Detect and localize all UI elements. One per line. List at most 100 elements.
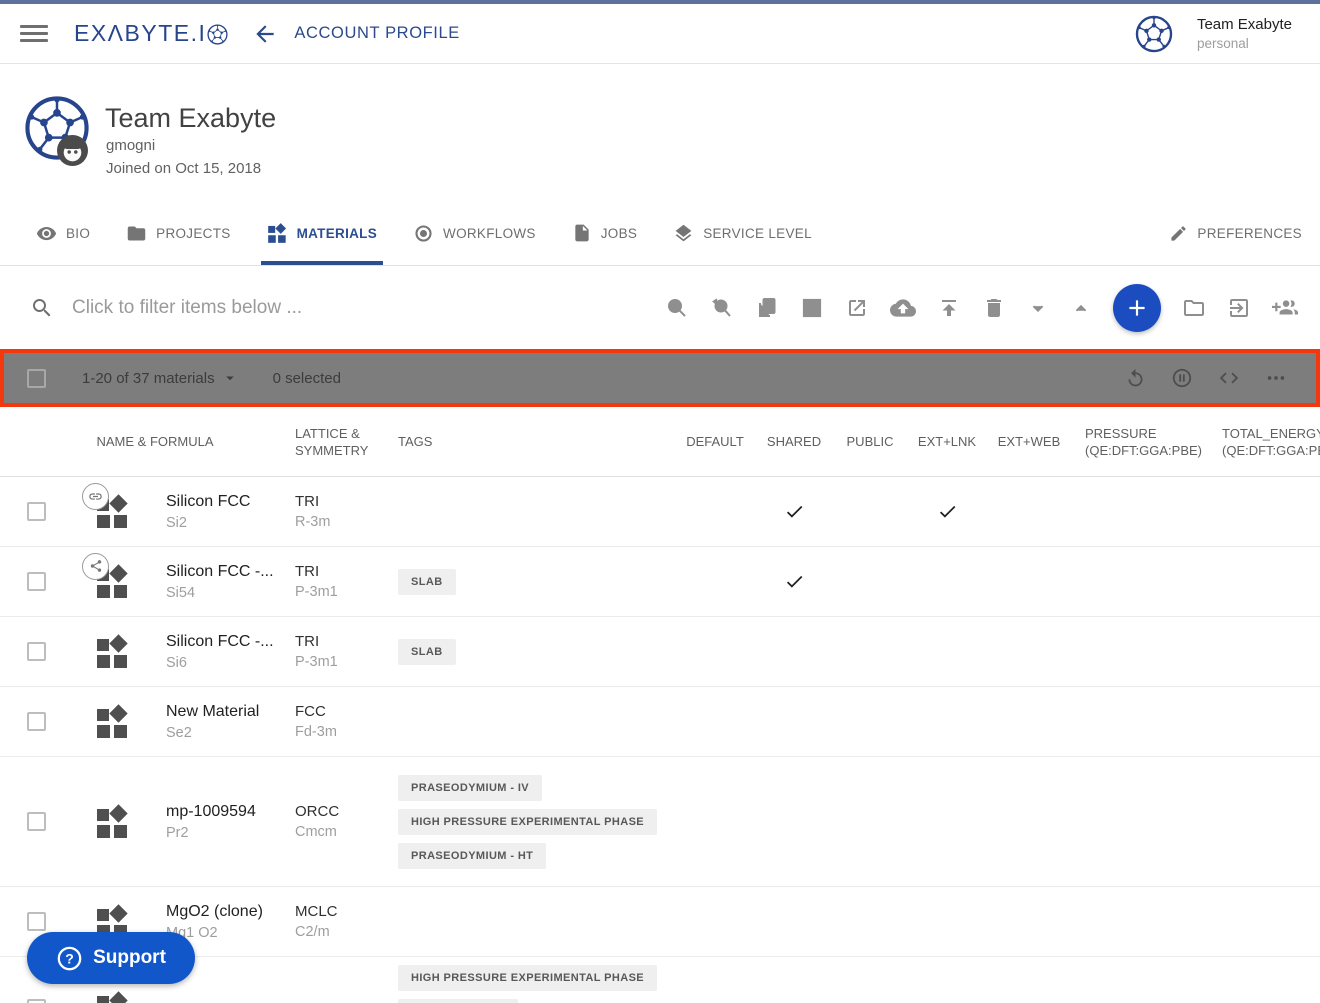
table-row[interactable]: HIGH PRESSURE EXPERIMENTAL PHASE [0, 957, 1320, 1003]
material-icon [95, 804, 131, 840]
tab-jobs[interactable]: JOBS [566, 205, 643, 265]
row-checkbox[interactable] [27, 502, 46, 521]
copy-icon[interactable] [755, 296, 779, 320]
table-row[interactable]: Silicon FCC -...Si6TRIP-3m1SLAB [0, 617, 1320, 687]
account-switcher[interactable]: Team Exabyte personal [1135, 15, 1320, 53]
row-checkbox[interactable] [27, 572, 46, 591]
column-name-formula[interactable]: NAME & FORMULA [60, 433, 290, 450]
column-total-energy[interactable]: TOTAL_ENERGY (QE:DFT:GGA:PBE) [1211, 425, 1320, 459]
table-row[interactable]: MgO2 (clone)Mg1 O2MCLCC2/m [0, 887, 1320, 957]
table-row[interactable]: Silicon FCC -...Si54 TRI P-3m1 SLAB [0, 547, 1320, 617]
materials-toolbar [665, 284, 1320, 332]
checkmark-icon [784, 501, 805, 522]
search-again-icon[interactable] [710, 296, 734, 320]
grid-icon[interactable] [800, 296, 824, 320]
logo-ball-icon [207, 24, 228, 45]
column-lattice-symmetry[interactable]: LATTICE & SYMMETRY [290, 425, 380, 459]
search-icon[interactable] [665, 296, 689, 320]
material-name: New Material [166, 703, 259, 721]
tags-cell [395, 687, 675, 756]
lattice-type: TRI [295, 563, 319, 580]
code-icon[interactable] [1218, 367, 1240, 389]
column-ext-web[interactable]: EXT+WEB [987, 433, 1071, 450]
back-arrow-icon[interactable] [252, 21, 278, 47]
table-row[interactable]: New MaterialSe2FCCFd-3m [0, 687, 1320, 757]
caret-down-icon [221, 369, 239, 387]
table-row[interactable]: mp-1009594Pr2ORCCCmcmPRASEODYMIUM - IVHI… [0, 757, 1320, 887]
column-pressure[interactable]: PRESSURE (QE:DFT:GGA:PBE) [1071, 425, 1211, 459]
tab-workflows[interactable]: WORKFLOWS [407, 205, 542, 265]
material-icon [95, 494, 131, 530]
lattice-symmetry-cell: FCCFd-3m [290, 687, 395, 756]
plus-icon [1124, 295, 1150, 321]
tab-label: BIO [66, 226, 90, 241]
chevron-down-icon[interactable] [1027, 297, 1049, 319]
lattice-type: MCLC [295, 903, 338, 920]
symmetry-group: P-3m1 [295, 584, 338, 600]
folder-icon[interactable] [1182, 296, 1206, 320]
filter-input[interactable]: Click to filter items below ... [72, 297, 302, 319]
materials-icon [95, 704, 131, 740]
material-icon [95, 634, 131, 670]
tab-projects[interactable]: PROJECTS [120, 205, 236, 265]
symmetry-group: R-3m [295, 514, 330, 530]
ext-web-cell [987, 617, 1071, 686]
table-row[interactable]: Silicon FCCSi2TRIR-3m [0, 477, 1320, 547]
row-select-cell [0, 477, 60, 546]
select-all-checkbox[interactable] [27, 369, 46, 388]
ext-lnk-cell [907, 687, 987, 756]
tab-preferences[interactable]: PREFERENCES [1163, 205, 1308, 265]
chevron-up-icon[interactable] [1070, 297, 1092, 319]
open-in-new-icon[interactable] [845, 296, 869, 320]
row-checkbox[interactable] [27, 812, 46, 831]
tags-cell [395, 477, 675, 546]
name-formula-cell: New MaterialSe2 [150, 687, 290, 756]
row-checkbox[interactable] [27, 712, 46, 731]
column-public[interactable]: PUBLIC [833, 433, 907, 450]
pause-icon[interactable] [1171, 367, 1193, 389]
column-ext-lnk[interactable]: EXT+LNK [907, 433, 987, 450]
layers-icon [673, 223, 694, 244]
support-button[interactable]: ? Support [27, 932, 195, 984]
material-icon [95, 704, 131, 740]
selection-bar-highlighted: 1-20 of 37 materials 0 selected [0, 349, 1320, 407]
row-checkbox[interactable] [27, 912, 46, 931]
default-cell [675, 687, 755, 756]
add-material-fab[interactable] [1113, 284, 1161, 332]
symmetry-group: Cmcm [295, 824, 337, 840]
menu-icon[interactable] [20, 21, 48, 46]
robot-face-badge-icon [57, 135, 88, 166]
upload-icon[interactable] [937, 296, 961, 320]
lattice-symmetry-cell [290, 957, 395, 1003]
refresh-icon[interactable] [1125, 368, 1146, 389]
column-tags[interactable]: TAGS [395, 433, 675, 450]
pagination-dropdown[interactable]: 1-20 of 37 materials [82, 369, 239, 387]
tab-materials[interactable]: MATERIALS [261, 205, 383, 265]
more-icon[interactable] [1265, 367, 1287, 389]
exabyte-logo[interactable]: EXΛBYTE.I [74, 20, 228, 47]
profile-avatar [24, 95, 90, 161]
profile-username: gmogni [106, 137, 155, 154]
name-formula-cell: Silicon FCCSi2 [150, 477, 290, 546]
total-energy-cell [1211, 687, 1320, 756]
total-energy-cell [1211, 617, 1320, 686]
column-shared[interactable]: SHARED [755, 433, 833, 450]
pressure-cell [1071, 887, 1211, 956]
profile-header: Team Exabyte gmogni Joined on Oct 15, 20… [0, 65, 1320, 205]
delete-icon[interactable] [982, 296, 1006, 320]
tab-bio[interactable]: BIO [30, 205, 96, 265]
add-users-icon[interactable] [1272, 295, 1298, 321]
tag-chip: HIGH PRESSURE EXPERIMENTAL PHASE [398, 809, 657, 835]
tab-service-level[interactable]: SERVICE LEVEL [667, 205, 818, 265]
import-icon[interactable] [1227, 296, 1251, 320]
column-default[interactable]: DEFAULT [675, 433, 755, 450]
ext-lnk-cell [907, 757, 987, 886]
name-formula-cell: Silicon FCC -...Si54 [150, 547, 290, 616]
pressure-cell [1071, 757, 1211, 886]
row-checkbox[interactable] [27, 999, 46, 1003]
row-checkbox[interactable] [27, 642, 46, 661]
material-name: Silicon FCC -... [166, 563, 274, 581]
public-cell [833, 887, 907, 956]
cloud-upload-icon[interactable] [890, 295, 916, 321]
tag-chip: SLAB [398, 569, 456, 595]
